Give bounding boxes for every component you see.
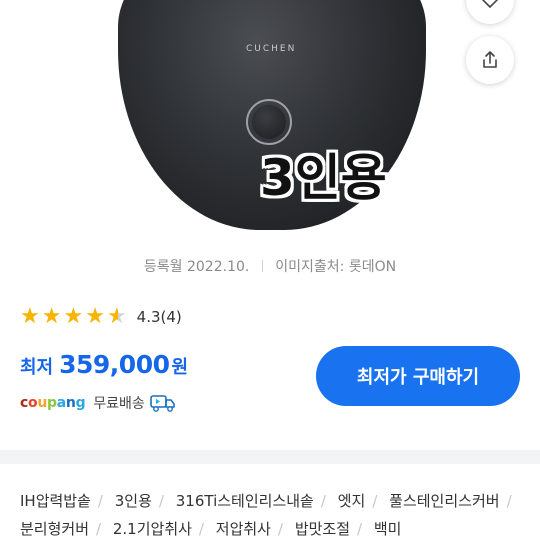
- registered-date: 등록월 2022.10.: [143, 259, 250, 275]
- spec-tag[interactable]: 316Ti스테인리스내솥: [176, 492, 314, 510]
- section-divider: [0, 450, 540, 464]
- share-button[interactable]: [466, 36, 514, 84]
- price-label: 최저: [20, 357, 54, 378]
- free-shipping-label: 무료배송: [93, 396, 145, 412]
- product-image: CUCHEN 3인용: [0, 0, 540, 250]
- rating-value: 4.3: [136, 308, 161, 326]
- spec-tag[interactable]: 엣지: [338, 492, 366, 510]
- capacity-overlay: 3인용: [260, 149, 387, 207]
- spec-tags: IH압력밥솥/ 3인용/ 316Ti스테인리스내솥 / 엣지 / 풀스테인리스커버 /…: [20, 492, 512, 538]
- heart-icon: [482, 0, 498, 9]
- rating-score: 4.3(4): [137, 308, 182, 326]
- product-meta: 등록월 2022.10. 이미지출처: 롯데ON: [0, 256, 540, 276]
- spec-tag[interactable]: 저압취사: [216, 520, 271, 538]
- rating: ★ ★ ★ ★ ★ 4.3(4): [20, 306, 182, 328]
- star-icon: ★: [63, 304, 84, 329]
- review-count: (4): [160, 308, 182, 326]
- star-icon: ★: [20, 304, 40, 329]
- price-amount: 359,000: [59, 350, 170, 379]
- shop-info: coupang 무료배송: [20, 392, 177, 414]
- star-icon: ★: [85, 304, 105, 329]
- spec-tag[interactable]: IH압력밥솥: [20, 492, 91, 510]
- star-icon: ★: [41, 304, 62, 329]
- spec-tag[interactable]: 2.1기압취사: [113, 520, 192, 538]
- star-half-icon: ★: [106, 304, 127, 329]
- coupang-logo: coupang: [20, 395, 86, 411]
- buy-lowest-price-button[interactable]: 최저가 구매하기: [316, 346, 520, 406]
- rocket-delivery-icon: [150, 395, 175, 412]
- lowest-price: 최저 359,000 원: [20, 350, 188, 379]
- image-source: 이미지출처: 롯데ON: [275, 259, 397, 275]
- spec-tag[interactable]: 백미: [374, 520, 402, 538]
- price-unit: 원: [171, 357, 189, 378]
- spec-tag[interactable]: 밥맛조절: [295, 520, 350, 538]
- spec-tag[interactable]: 분리형커버: [20, 520, 89, 538]
- spec-tag[interactable]: 3인용: [115, 492, 152, 510]
- spec-tag[interactable]: 풀스테인리스커버: [389, 492, 499, 510]
- cooker-dial-center: [252, 105, 286, 139]
- brand-logo: CUCHEN: [246, 44, 297, 54]
- meta-divider: [261, 260, 263, 272]
- share-icon: [483, 51, 497, 68]
